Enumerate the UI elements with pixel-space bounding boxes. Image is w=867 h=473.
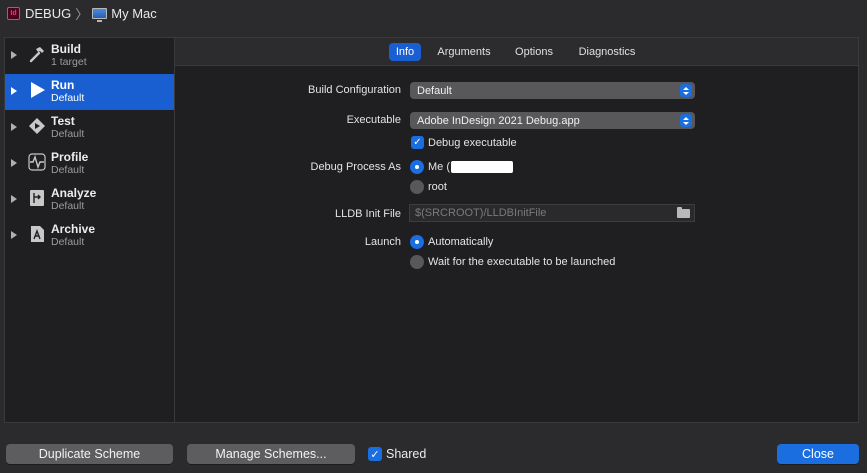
tab-diagnostics[interactable]: Diagnostics (569, 43, 645, 61)
hammer-icon (27, 44, 47, 64)
sidebar-item-subtitle: Default (51, 92, 85, 104)
disclosure-triangle-icon[interactable] (11, 159, 17, 167)
sidebar-item-build[interactable]: Build 1 target (5, 38, 174, 74)
process-me-radio[interactable] (410, 160, 424, 174)
build-configuration-value: Default (417, 84, 452, 97)
tab-options[interactable]: Options (507, 43, 561, 61)
launch-wait-radio[interactable] (410, 255, 424, 269)
executable-popup[interactable]: Adobe InDesign 2021 Debug.app (410, 112, 695, 129)
settings-tab-bar: Info Arguments Options Diagnostics (175, 38, 858, 66)
lldb-init-file-field[interactable]: $(SRCROOT)/LLDBInitFile (409, 204, 695, 222)
manage-schemes-button[interactable]: Manage Schemes... (187, 444, 355, 464)
archive-icon (27, 224, 47, 244)
launch-label: Launch (364, 236, 401, 248)
sidebar-item-label: Build (51, 42, 81, 56)
sidebar-item-label: Archive (51, 222, 96, 236)
sidebar-item-subtitle: 1 target (51, 56, 87, 68)
sidebar-item-analyze[interactable]: Analyze Default (5, 182, 174, 218)
sidebar-item-subtitle: Default (51, 200, 85, 212)
debug-process-as-label: Debug Process As (310, 161, 402, 173)
mac-computer-icon (92, 7, 108, 22)
launch-automatically-radio[interactable] (410, 235, 424, 249)
waveform-icon (27, 152, 47, 172)
build-configuration-popup[interactable]: Default (410, 82, 695, 99)
disclosure-triangle-icon[interactable] (11, 195, 17, 203)
disclosure-triangle-icon[interactable] (11, 123, 17, 131)
tab-info[interactable]: Info (389, 43, 421, 61)
debug-executable-checkbox[interactable]: ✓ (411, 136, 424, 149)
redacted-username (451, 161, 513, 173)
close-button[interactable]: Close (777, 444, 859, 464)
sidebar-item-subtitle: Default (51, 236, 85, 248)
lldb-init-file-label: LLDB Init File (334, 208, 401, 220)
popup-stepper-icon (680, 84, 692, 97)
chevron-right-icon: 〉 (75, 6, 89, 22)
sidebar-item-test[interactable]: Test Default (5, 110, 174, 146)
sidebar-item-label: Run (51, 78, 75, 92)
tab-arguments[interactable]: Arguments (429, 43, 499, 61)
indesign-app-icon: Id (7, 6, 20, 20)
disclosure-triangle-icon[interactable] (11, 231, 17, 239)
build-configuration-label: Build Configuration (308, 84, 401, 96)
run-settings-panel: Info Arguments Options Diagnostics Build… (175, 37, 859, 423)
sidebar-item-label: Analyze (51, 186, 97, 200)
sidebar-item-archive[interactable]: Archive Default (5, 218, 174, 254)
folder-icon[interactable] (677, 207, 690, 218)
debug-executable-label: Debug executable (428, 137, 517, 149)
shared-label: Shared (386, 447, 427, 461)
sidebar-item-label: Test (51, 114, 75, 128)
launch-automatically-label: Automatically (428, 236, 494, 248)
test-diamond-icon (27, 116, 47, 136)
sidebar-item-profile[interactable]: Profile Default (5, 146, 174, 182)
shared-checkbox[interactable]: ✓ (368, 447, 382, 461)
scheme-action-sidebar: Build 1 target Run Default Test Default … (4, 37, 175, 423)
play-icon (27, 80, 47, 100)
duplicate-scheme-button[interactable]: Duplicate Scheme (6, 444, 173, 464)
process-root-radio[interactable] (410, 180, 424, 194)
run-destination[interactable]: My Mac (111, 6, 157, 21)
scheme-name[interactable]: DEBUG (25, 6, 71, 21)
process-root-label: root (428, 181, 447, 193)
analyze-icon (27, 188, 47, 208)
sidebar-item-run[interactable]: Run Default (5, 74, 174, 110)
popup-stepper-icon (680, 114, 692, 127)
scheme-titlebar: Id DEBUG 〉 My Mac (0, 0, 867, 26)
executable-label: Executable (346, 114, 401, 126)
sidebar-item-subtitle: Default (51, 164, 85, 176)
executable-value: Adobe InDesign 2021 Debug.app (417, 114, 580, 127)
process-me-label: Me ( (428, 161, 450, 173)
sidebar-item-subtitle: Default (51, 128, 85, 140)
launch-wait-label: Wait for the executable to be launched (428, 256, 616, 268)
sidebar-item-label: Profile (51, 150, 89, 164)
disclosure-triangle-icon[interactable] (11, 87, 17, 95)
disclosure-triangle-icon[interactable] (11, 51, 17, 59)
lldb-init-file-placeholder: $(SRCROOT)/LLDBInitFile (415, 207, 547, 219)
